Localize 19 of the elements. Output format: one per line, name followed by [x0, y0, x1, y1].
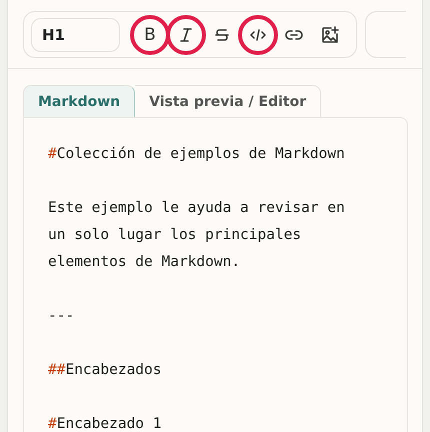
code-line: Este ejemplo le ayuda a revisar en [48, 200, 345, 216]
code-line: Colección de ejemplos de Markdown [56, 146, 345, 162]
code-line: elementos de Markdown. [48, 254, 240, 270]
code-button[interactable] [238, 14, 278, 54]
tab[interactable]: Markdown [23, 85, 136, 117]
heading-select[interactable]: H1 [31, 18, 120, 52]
tab[interactable]: Vista previa / Editor [135, 85, 322, 117]
italic-button[interactable] [166, 14, 206, 54]
heading-marker: # [48, 146, 57, 162]
bold-button[interactable]: B [130, 14, 170, 54]
code-line: --- [48, 308, 74, 324]
heading-marker: ## [48, 362, 66, 378]
toolbar-group [365, 11, 406, 58]
code-line: Encabezados [65, 362, 162, 378]
markdown-editor[interactable]: #Colección de ejemplos de Markdown Este ejemplo le ayuda a revisar en un solo lugar los principales elementos de Markdown. --- ##Encabezados #Encabezado 1 [23, 117, 408, 432]
add-image-icon [320, 24, 340, 44]
code-line: un solo lugar los principales [48, 227, 302, 243]
heading-marker: # [48, 416, 57, 432]
code-line: Encabezado 1 [56, 416, 162, 432]
